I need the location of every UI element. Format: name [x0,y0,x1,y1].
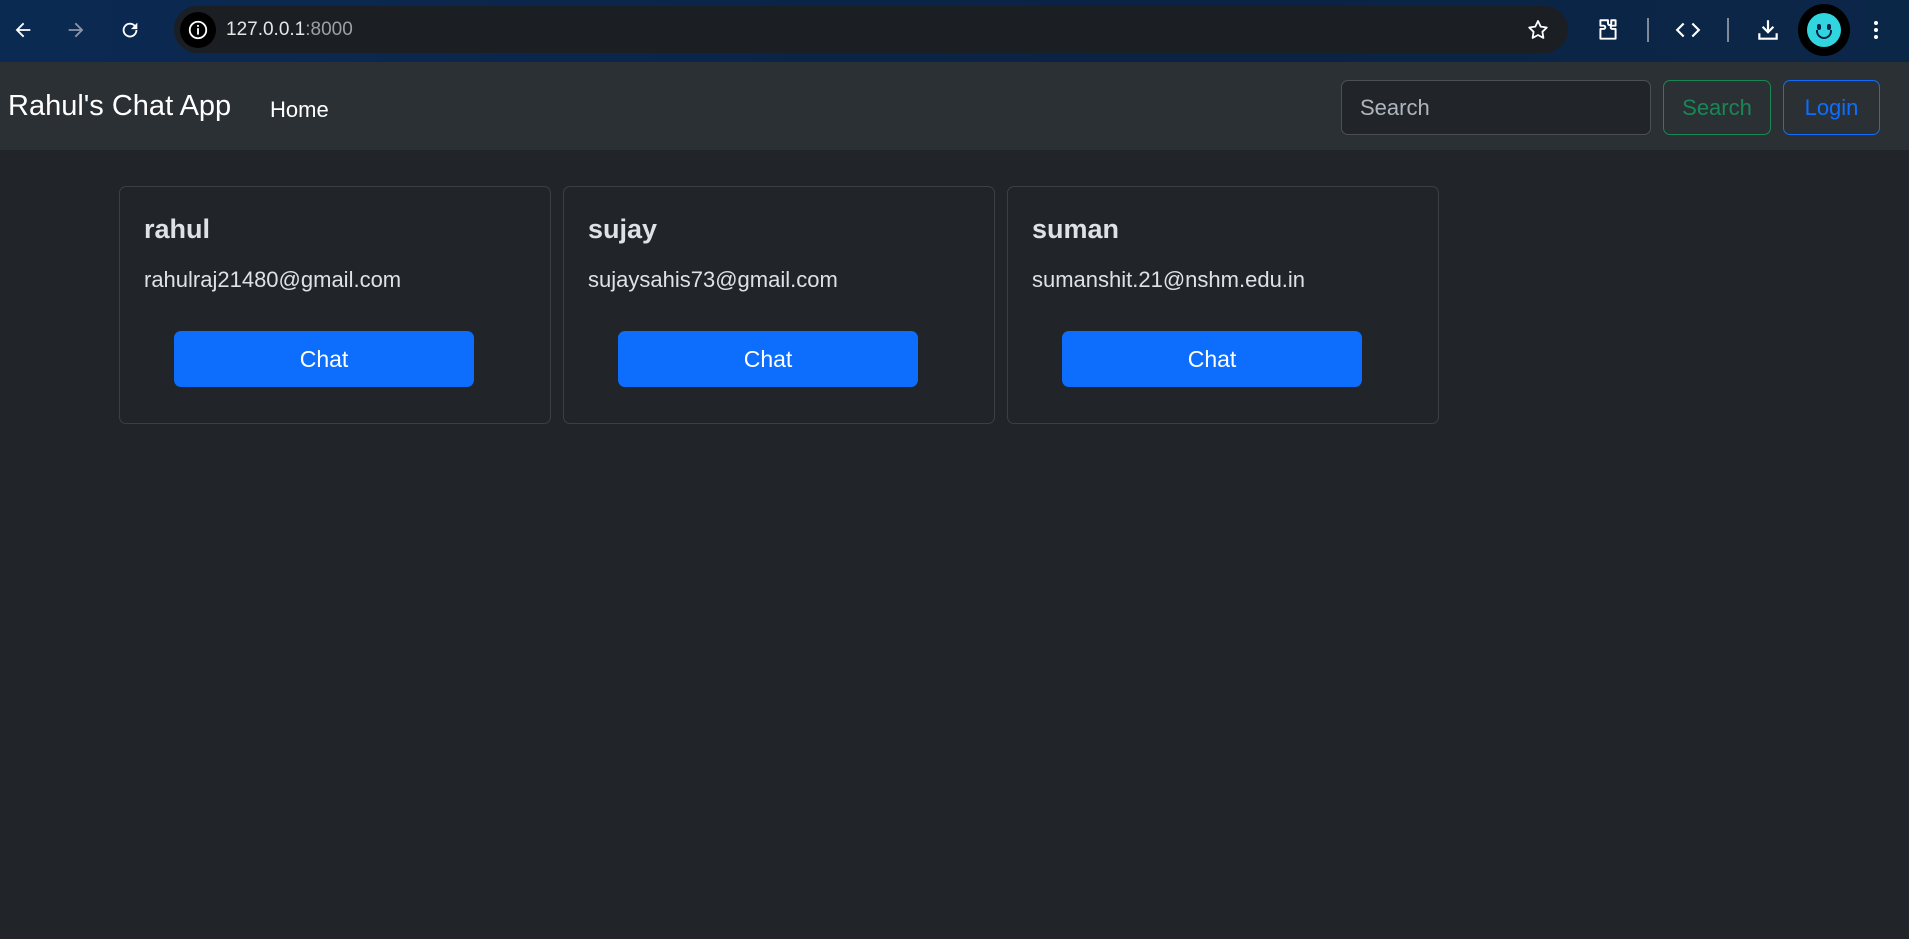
extensions-icon[interactable] [1590,12,1626,48]
user-name: rahul [144,214,211,244]
user-card: sujay sujaysahis73@gmail.com Chat [563,186,995,424]
chat-button[interactable]: Chat [1062,331,1362,387]
url-host: 127.0.0.1 [226,19,306,40]
address-bar[interactable]: 127.0.0.1:8000 [174,6,1568,53]
app-navbar: Rahul's Chat App Home Search Login [0,62,1909,150]
site-info-icon[interactable] [180,12,216,48]
search-input[interactable] [1341,80,1651,135]
bookmark-star-icon[interactable] [1524,16,1552,44]
url-text[interactable]: 127.0.0.1:8000 [226,19,353,41]
user-email: rahulraj21480@gmail.com [144,267,402,292]
reload-icon[interactable] [112,12,148,48]
chat-button[interactable]: Chat [174,331,474,387]
forward-arrow-icon[interactable] [58,12,94,48]
menu-kebab-icon[interactable] [1858,12,1894,48]
brand-logo-text[interactable]: Rahul's Chat App [8,90,231,123]
devtools-code-icon[interactable] [1670,12,1706,48]
user-email: sujaysahis73@gmail.com [588,267,838,292]
login-button[interactable]: Login [1783,80,1880,135]
url-port: :8000 [305,19,353,40]
search-button[interactable]: Search [1663,80,1771,135]
back-arrow-icon[interactable] [5,12,41,48]
nav-link-home[interactable]: Home [270,97,329,123]
browser-toolbar: 127.0.0.1:8000 [0,0,1909,62]
chat-button[interactable]: Chat [618,331,918,387]
toolbar-separator [1727,18,1729,42]
user-email: sumanshit.21@nshm.edu.in [1032,267,1306,292]
user-name: sujay [588,214,658,244]
user-card: suman sumanshit.21@nshm.edu.in Chat [1007,186,1439,424]
avatar [1807,13,1841,47]
toolbar-separator [1647,18,1649,42]
download-icon[interactable] [1750,12,1786,48]
user-card-list: rahul rahulraj21480@gmail.com Chat sujay… [119,186,1439,424]
user-name: suman [1032,214,1120,244]
profile-avatar-icon[interactable] [1798,4,1850,56]
user-card: rahul rahulraj21480@gmail.com Chat [119,186,551,424]
